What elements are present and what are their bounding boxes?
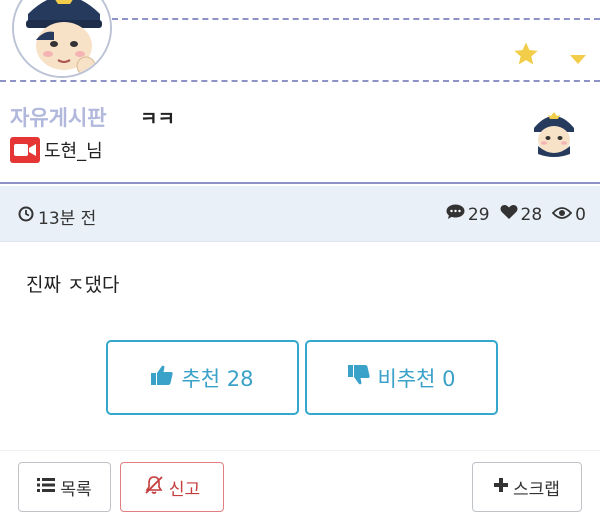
eye-icon [551, 205, 573, 225]
view-count-value: 0 [575, 204, 586, 225]
profile-avatar[interactable] [12, 0, 112, 78]
divider [0, 450, 600, 451]
star-icon[interactable] [512, 40, 540, 68]
comment-count: 29 [446, 204, 490, 225]
scrap-label: 스크랩 [513, 479, 560, 500]
dashed-divider [0, 80, 600, 82]
author-avatar[interactable] [528, 106, 580, 158]
board-name-link[interactable]: 자유게시판 [10, 102, 107, 132]
thumbs-up-icon [151, 365, 174, 390]
comment-icon [446, 204, 465, 225]
post-time-text: 13분 전 [38, 209, 97, 229]
character-avatar-image [534, 112, 574, 157]
scrap-button[interactable]: 스크랩 [472, 462, 582, 512]
view-count: 0 [551, 204, 586, 225]
list-label: 목록 [60, 479, 92, 500]
faded-nav [120, 0, 174, 8]
video-camera-icon [10, 137, 40, 163]
comment-count-value: 29 [467, 204, 490, 225]
dashed-divider [112, 18, 600, 20]
post-stats: 29 28 0 [446, 204, 586, 225]
thumbs-down-icon [347, 365, 370, 390]
post-title: ㅋㅋ [140, 108, 175, 130]
downvote-label: 비추천 0 [377, 366, 456, 391]
caret-down-icon[interactable] [570, 50, 586, 64]
report-button[interactable]: 신고 [120, 462, 224, 512]
like-count-value: 28 [520, 204, 543, 225]
upvote-button[interactable]: 추천 28 [106, 340, 299, 415]
post-header: 자유게시판 ㅋㅋ 도현_님 [0, 84, 600, 184]
post-time: 13분 전 [18, 204, 96, 229]
character-avatar-image [14, 0, 110, 76]
report-label: 신고 [168, 479, 201, 500]
like-count: 28 [499, 204, 543, 225]
clock-icon [18, 206, 34, 227]
top-header [0, 0, 600, 82]
bell-slash-icon [144, 475, 164, 500]
downvote-button[interactable]: 비추천 0 [305, 340, 498, 415]
post-meta-bar: 13분 전 29 28 0 [0, 186, 600, 242]
heart-icon [499, 204, 518, 225]
plus-icon [494, 477, 509, 497]
author-row[interactable]: 도현_님 [10, 136, 103, 164]
list-button[interactable]: 목록 [18, 462, 111, 512]
post-content: 진짜 ㅈ댔다 [26, 274, 120, 296]
upvote-label: 추천 28 [181, 366, 254, 391]
list-icon [37, 477, 56, 497]
author-name[interactable]: 도현_님 [44, 137, 103, 163]
